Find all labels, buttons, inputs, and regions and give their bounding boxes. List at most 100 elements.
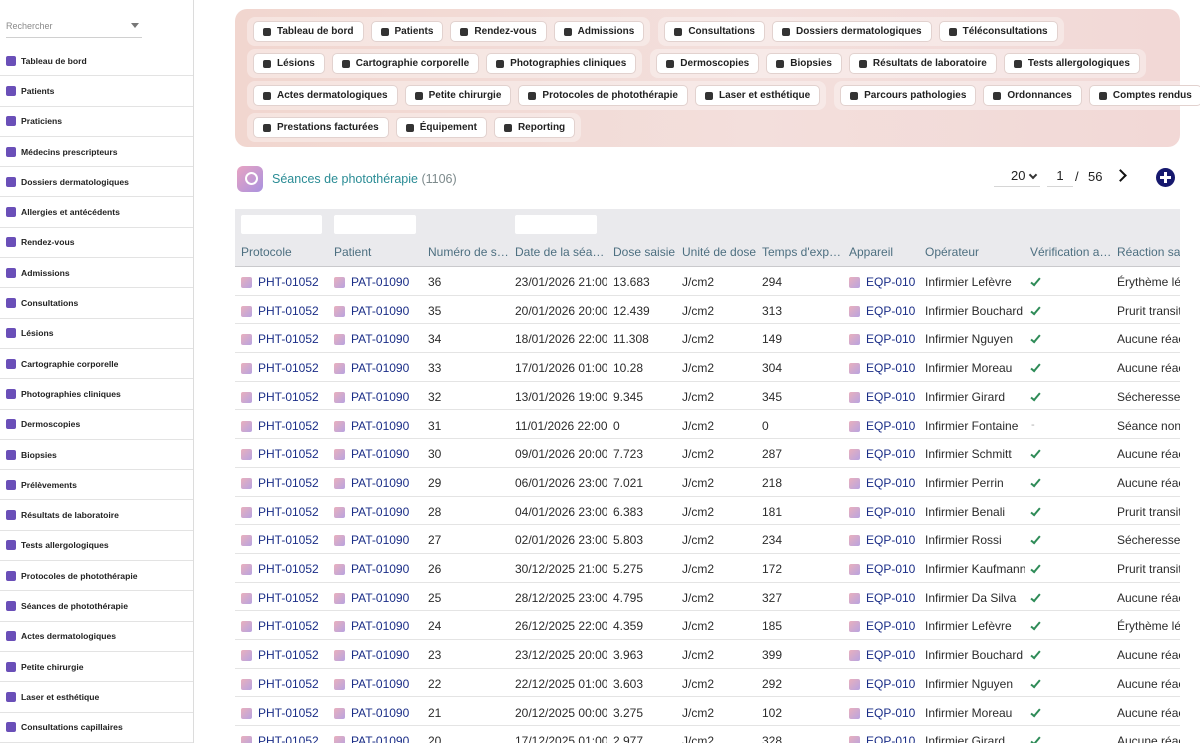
cell-protocole-link[interactable]: PHT-01052 [241, 447, 331, 461]
sidebar-item[interactable]: Photographies cliniques [0, 379, 193, 410]
table-row[interactable]: PHT-01052 PAT-01090 20 17/12/2025 01:00 2.97… [235, 726, 1180, 743]
appareil-link[interactable]: EQP-010 [866, 591, 915, 605]
column-header[interactable]: Unité de dose [682, 245, 758, 259]
cell-patient-link[interactable]: PAT-01090 [334, 677, 424, 691]
cell-protocole-link[interactable]: PHT-01052 [241, 706, 331, 720]
protocole-link[interactable]: PHT-01052 [258, 275, 319, 289]
appareil-link[interactable]: EQP-010 [866, 648, 915, 662]
menu-button[interactable]: Prestations facturées [253, 117, 389, 138]
menu-button[interactable]: Biopsies [766, 53, 842, 74]
sidebar-item[interactable]: Rendez-vous [0, 228, 193, 259]
cell-protocole-link[interactable]: PHT-01052 [241, 505, 331, 519]
sidebar-item[interactable]: Prélèvements [0, 470, 193, 501]
menu-button[interactable]: Petite chirurgie [404, 85, 512, 106]
cell-appareil-link[interactable]: EQP-010 [849, 734, 921, 743]
appareil-link[interactable]: EQP-010 [866, 275, 915, 289]
table-row[interactable]: PHT-01052 PAT-01090 36 23/01/2026 21:00 13.6… [235, 267, 1180, 296]
column-header[interactable]: Dose saisie [613, 245, 678, 259]
sidebar-item[interactable]: Petite chirurgie [0, 652, 193, 683]
add-record-button[interactable] [1156, 168, 1175, 187]
patient-link[interactable]: PAT-01090 [351, 332, 409, 346]
sidebar-item[interactable]: Protocoles de photothérapie [0, 561, 193, 592]
sidebar-item[interactable]: Praticiens [0, 107, 193, 137]
column-header[interactable]: Date de la séa… [515, 245, 607, 259]
column-header[interactable]: Numéro de s… [428, 245, 510, 259]
cell-protocole-link[interactable]: PHT-01052 [241, 677, 331, 691]
menu-button[interactable]: Comptes rendus [1088, 85, 1200, 106]
page-number-input[interactable]: 1 [1047, 168, 1073, 187]
appareil-link[interactable]: EQP-010 [866, 332, 915, 346]
patient-link[interactable]: PAT-01090 [351, 533, 409, 547]
cell-protocole-link[interactable]: PHT-01052 [241, 390, 331, 404]
patient-link[interactable]: PAT-01090 [351, 361, 409, 375]
cell-protocole-link[interactable]: PHT-01052 [241, 533, 331, 547]
table-row[interactable]: PHT-01052 PAT-01090 22 22/12/2025 01:00 3.60… [235, 669, 1180, 698]
cell-protocole-link[interactable]: PHT-01052 [241, 361, 331, 375]
column-header[interactable]: Patient [334, 245, 424, 259]
sidebar-item[interactable]: Actes dermatologiques [0, 622, 193, 652]
menu-button[interactable]: Dermoscopies [656, 53, 760, 74]
cell-protocole-link[interactable]: PHT-01052 [241, 734, 331, 743]
patient-link[interactable]: PAT-01090 [351, 734, 409, 743]
sidebar-item[interactable]: Allergies et antécédents [0, 197, 193, 228]
protocole-link[interactable]: PHT-01052 [258, 361, 319, 375]
cell-patient-link[interactable]: PAT-01090 [334, 562, 424, 576]
menu-button[interactable]: Rendez-vous [450, 21, 547, 42]
table-row[interactable]: PHT-01052 PAT-01090 23 23/12/2025 20:00 3.96… [235, 640, 1180, 669]
menu-button[interactable]: Équipement [395, 117, 487, 138]
patient-link[interactable]: PAT-01090 [351, 447, 409, 461]
cell-appareil-link[interactable]: EQP-010 [849, 332, 921, 346]
appareil-link[interactable]: EQP-010 [866, 419, 915, 433]
protocole-link[interactable]: PHT-01052 [258, 304, 319, 318]
cell-protocole-link[interactable]: PHT-01052 [241, 332, 331, 346]
cell-protocole-link[interactable]: PHT-01052 [241, 304, 331, 318]
appareil-link[interactable]: EQP-010 [866, 361, 915, 375]
sidebar-item[interactable]: Médecins prescripteurs [0, 137, 193, 168]
cell-protocole-link[interactable]: PHT-01052 [241, 275, 331, 289]
table-row[interactable]: PHT-01052 PAT-01090 27 02/01/2026 23:00 5.80… [235, 525, 1180, 554]
cell-protocole-link[interactable]: PHT-01052 [241, 619, 331, 633]
protocole-link[interactable]: PHT-01052 [258, 447, 319, 461]
filter-protocole-input[interactable] [241, 215, 322, 234]
sidebar-item[interactable]: Tableau de bord [0, 46, 193, 77]
table-row[interactable]: PHT-01052 PAT-01090 26 30/12/2025 21:00 5.27… [235, 554, 1180, 583]
protocole-link[interactable]: PHT-01052 [258, 619, 319, 633]
menu-button[interactable]: Protocoles de photothérapie [518, 85, 688, 106]
column-header[interactable]: Protocole [241, 245, 331, 259]
cell-patient-link[interactable]: PAT-01090 [334, 505, 424, 519]
table-row[interactable]: PHT-01052 PAT-01090 29 06/01/2026 23:00 7.02… [235, 468, 1180, 497]
cell-patient-link[interactable]: PAT-01090 [334, 533, 424, 547]
column-header[interactable]: Appareil [849, 245, 921, 259]
protocole-link[interactable]: PHT-01052 [258, 476, 319, 490]
menu-button[interactable]: Ordonnances [983, 85, 1082, 106]
column-header[interactable]: Vérification a… [1030, 245, 1112, 259]
table-row[interactable]: PHT-01052 PAT-01090 35 20/01/2026 20:00 12.4… [235, 296, 1180, 325]
table-row[interactable]: PHT-01052 PAT-01090 24 26/12/2025 22:00 4.35… [235, 611, 1180, 641]
sidebar-item[interactable]: Dossiers dermatologiques [0, 167, 193, 198]
appareil-link[interactable]: EQP-010 [866, 505, 915, 519]
cell-appareil-link[interactable]: EQP-010 [849, 562, 921, 576]
sidebar-item[interactable]: Tests allergologiques [0, 531, 193, 562]
menu-button[interactable]: Photographies cliniques [486, 53, 637, 74]
patient-link[interactable]: PAT-01090 [351, 275, 409, 289]
cell-patient-link[interactable]: PAT-01090 [334, 390, 424, 404]
appareil-link[interactable]: EQP-010 [866, 706, 915, 720]
menu-button[interactable]: Admissions [553, 21, 645, 42]
cell-appareil-link[interactable]: EQP-010 [849, 390, 921, 404]
cell-patient-link[interactable]: PAT-01090 [334, 332, 424, 346]
cell-appareil-link[interactable]: EQP-010 [849, 591, 921, 605]
cell-appareil-link[interactable]: EQP-010 [849, 476, 921, 490]
menu-button[interactable]: Consultations [664, 21, 765, 42]
menu-button[interactable]: Résultats de laboratoire [848, 53, 997, 74]
cell-appareil-link[interactable]: EQP-010 [849, 505, 921, 519]
patient-link[interactable]: PAT-01090 [351, 390, 409, 404]
search-input[interactable] [6, 16, 124, 36]
cell-patient-link[interactable]: PAT-01090 [334, 619, 424, 633]
table-row[interactable]: PHT-01052 PAT-01090 33 17/01/2026 01:00 10.2… [235, 353, 1180, 382]
appareil-link[interactable]: EQP-010 [866, 562, 915, 576]
menu-button[interactable]: Lésions [253, 53, 325, 74]
menu-button[interactable]: Patients [370, 21, 444, 42]
next-page-icon[interactable] [1114, 169, 1127, 182]
sidebar-item[interactable]: Consultations capillaires [0, 713, 193, 743]
appareil-link[interactable]: EQP-010 [866, 533, 915, 547]
